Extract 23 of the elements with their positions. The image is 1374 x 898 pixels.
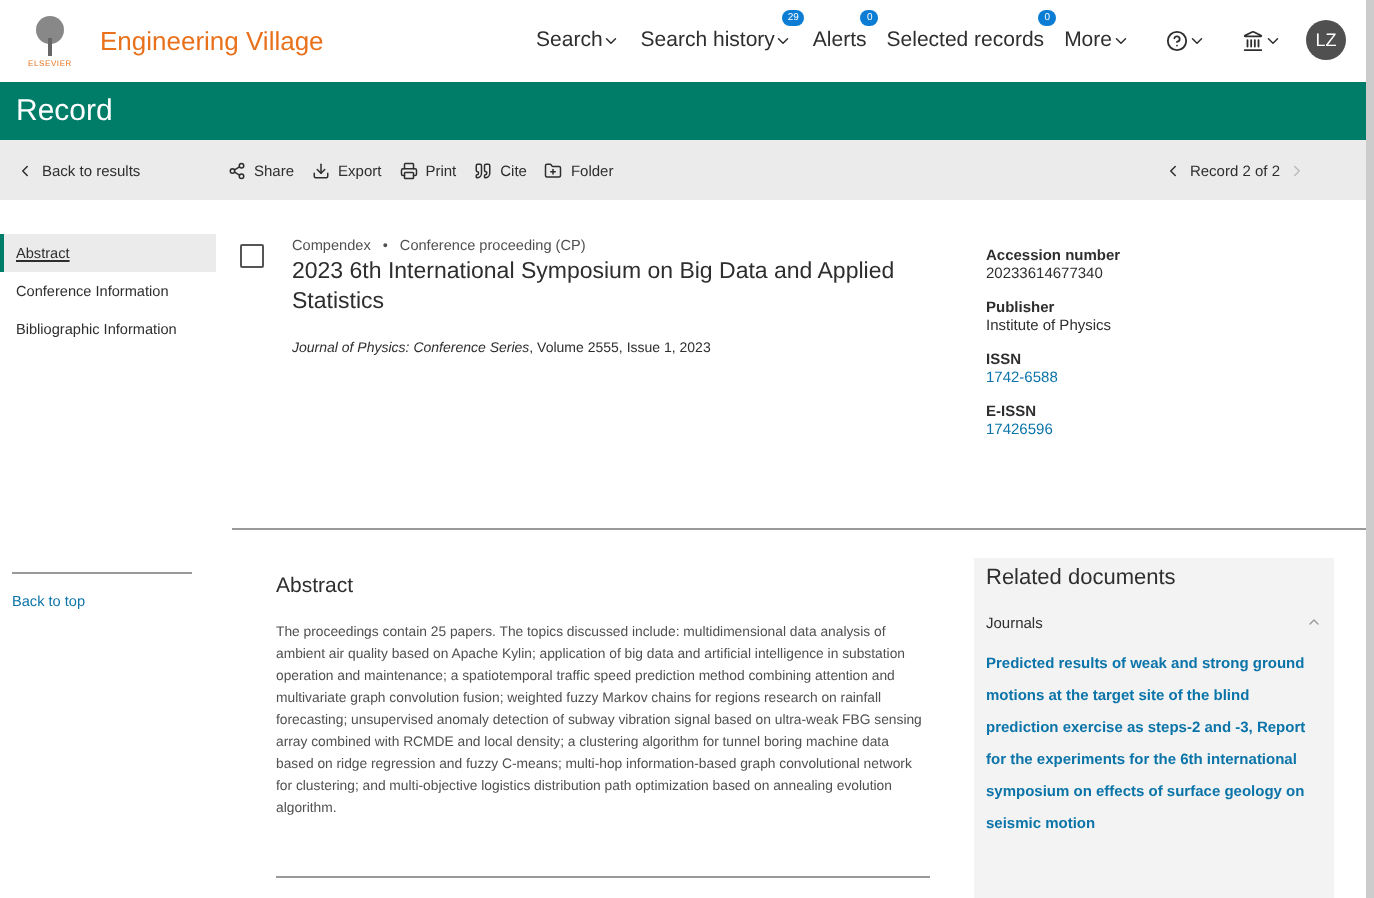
chevron-right-icon — [1288, 161, 1306, 180]
institution-menu[interactable] — [1242, 29, 1282, 52]
nav-link[interactable]: Alerts — [812, 28, 867, 53]
panel-title: Related documents — [986, 565, 1178, 590]
institution-icon — [1242, 29, 1264, 52]
print-icon — [399, 161, 418, 180]
nav-link[interactable]: More — [1064, 28, 1130, 53]
section-heading: Abstract — [276, 573, 356, 598]
nav-link[interactable]: Search history — [640, 28, 793, 53]
folder-icon — [544, 161, 563, 180]
brand-name: Engineering Village — [100, 25, 324, 56]
select-checkbox[interactable] — [240, 243, 264, 268]
page-title: Record — [16, 94, 113, 129]
nav-link[interactable]: Selected records — [886, 28, 1045, 53]
user-avatar[interactable]: LZ — [1306, 20, 1346, 61]
export-icon — [312, 161, 331, 180]
cite-icon — [474, 161, 493, 180]
help-icon — [1166, 29, 1188, 52]
chevron-left-icon — [16, 161, 34, 180]
nav-link[interactable]: Search — [536, 28, 621, 53]
record-title: 2023 6th International Symposium on Big Data and Applied Statistics — [292, 257, 897, 318]
help-menu[interactable] — [1166, 29, 1206, 52]
share-icon — [228, 161, 246, 180]
